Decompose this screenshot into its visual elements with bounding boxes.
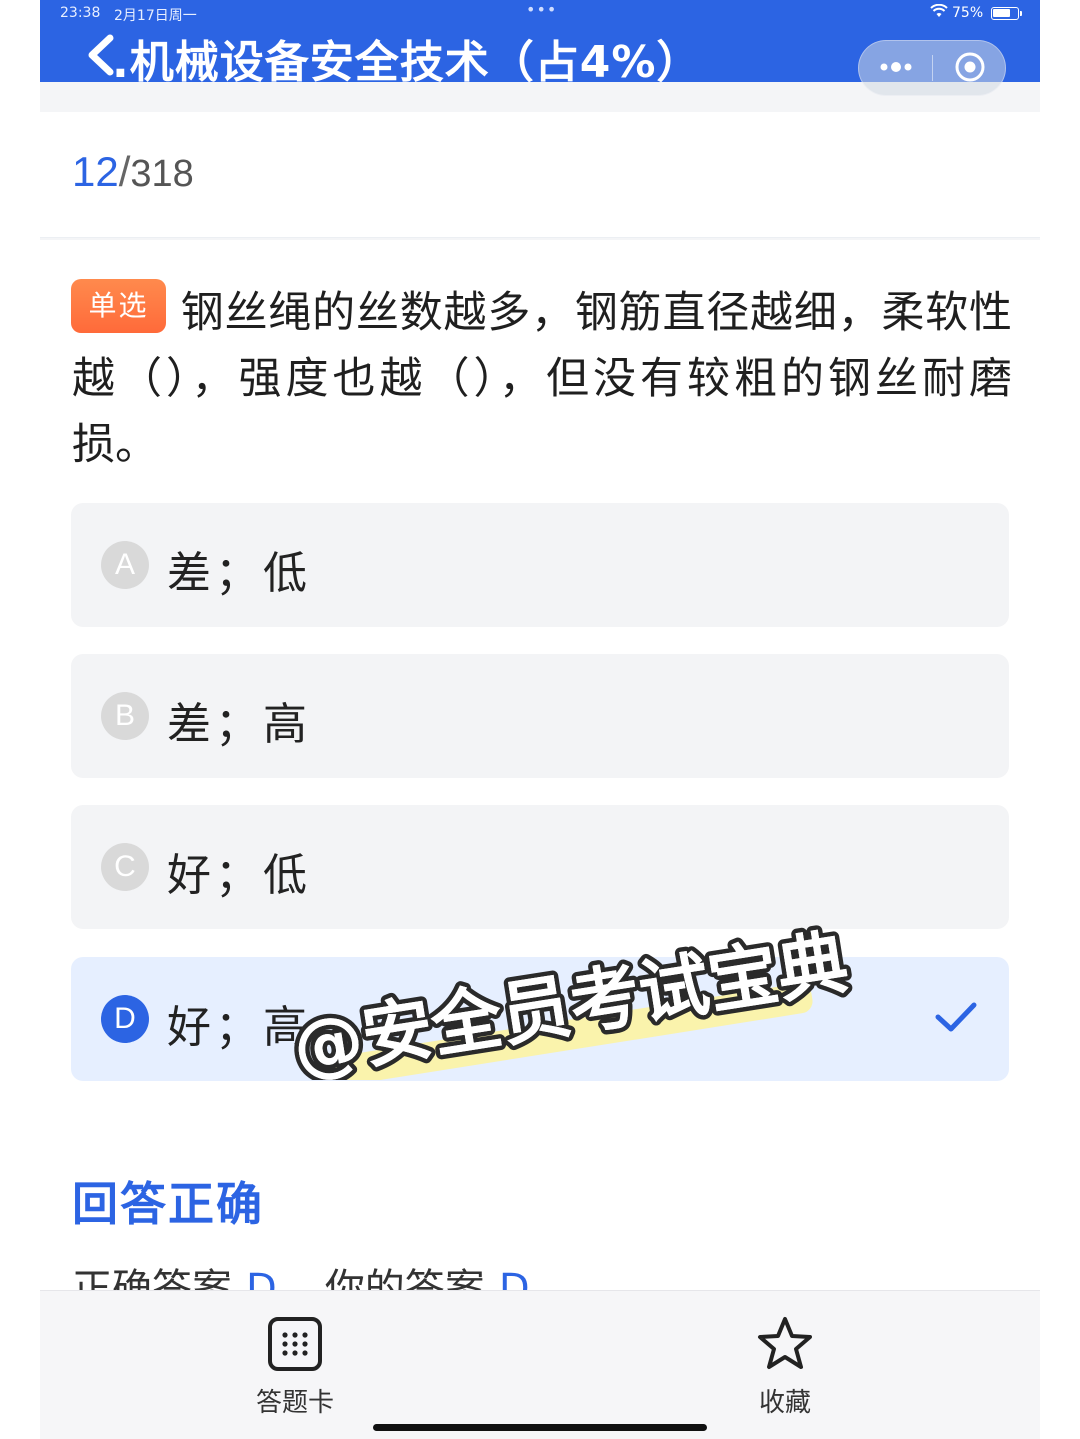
page-title: .机械设备安全技术（占4%） <box>112 37 702 88</box>
status-time: 23:38 <box>60 5 101 21</box>
option-d[interactable]: D 好；高 <box>71 957 1009 1081</box>
progress-total: 318 <box>130 153 194 195</box>
answer-card-button[interactable]: 答题卡 <box>240 1314 350 1419</box>
question-text: 钢丝绳的丝数越多，钢筋直径越细，柔软性越（），强度也越（），但没有较粗的钢丝耐磨… <box>72 280 1012 478</box>
option-b[interactable]: B 差；高 <box>71 654 1009 778</box>
answer-card-label: 答题卡 <box>255 1388 334 1418</box>
option-letter: D <box>101 995 149 1043</box>
correct-answer-label: 正确答案 <box>72 1266 232 1290</box>
your-answer-label: 你的答案 <box>324 1266 485 1290</box>
star-icon <box>758 1317 812 1369</box>
option-text: 好；低 <box>167 850 311 901</box>
battery-percent: 75% <box>952 5 984 21</box>
correct-answer-value: D <box>246 1266 277 1290</box>
option-letter: C <box>101 843 149 891</box>
battery-tip <box>1020 11 1022 16</box>
favorite-label: 收藏 <box>758 1388 811 1418</box>
option-letter: B <box>101 692 149 740</box>
status-date: 2月17日周一 <box>114 8 197 24</box>
answer-summary: 正确答案 D 你的答案 D <box>72 1256 632 1290</box>
option-text: 好；高 <box>167 1002 311 1053</box>
favorite-button[interactable]: 收藏 <box>730 1314 840 1419</box>
option-letter: A <box>101 541 149 589</box>
multitask-dots[interactable]: ••• <box>526 0 557 19</box>
progress-separator: / <box>118 148 131 195</box>
bottom-toolbar <box>40 1290 1040 1439</box>
grid-card-icon <box>268 1317 322 1371</box>
question-progress: 12/318 <box>72 148 194 196</box>
progress-current: 12 <box>72 148 119 195</box>
battery-icon <box>991 7 1019 20</box>
target-circle-icon[interactable] <box>954 51 986 83</box>
home-indicator[interactable] <box>373 1424 707 1431</box>
wifi-icon <box>930 3 948 22</box>
app-screen: 23:38 2月17日周一 ••• 75% .机械设备安全技术（占4%） 12/… <box>40 0 1040 1439</box>
your-answer-value: D <box>498 1266 530 1290</box>
capsule-divider <box>932 55 933 81</box>
option-text: 差；高 <box>167 699 311 750</box>
option-c[interactable]: C 好；低 <box>71 805 1009 929</box>
more-dots-icon[interactable] <box>878 52 914 82</box>
option-a[interactable]: A 差；低 <box>71 503 1009 627</box>
result-title: 回答正确 <box>72 1177 264 1231</box>
check-icon <box>935 1002 977 1032</box>
question-stem: 钢丝绳的丝数越多，钢筋直径越细，柔软性越（），强度也越（），但没有较粗的钢丝耐磨… <box>72 288 1012 470</box>
option-text: 差；低 <box>167 548 311 599</box>
